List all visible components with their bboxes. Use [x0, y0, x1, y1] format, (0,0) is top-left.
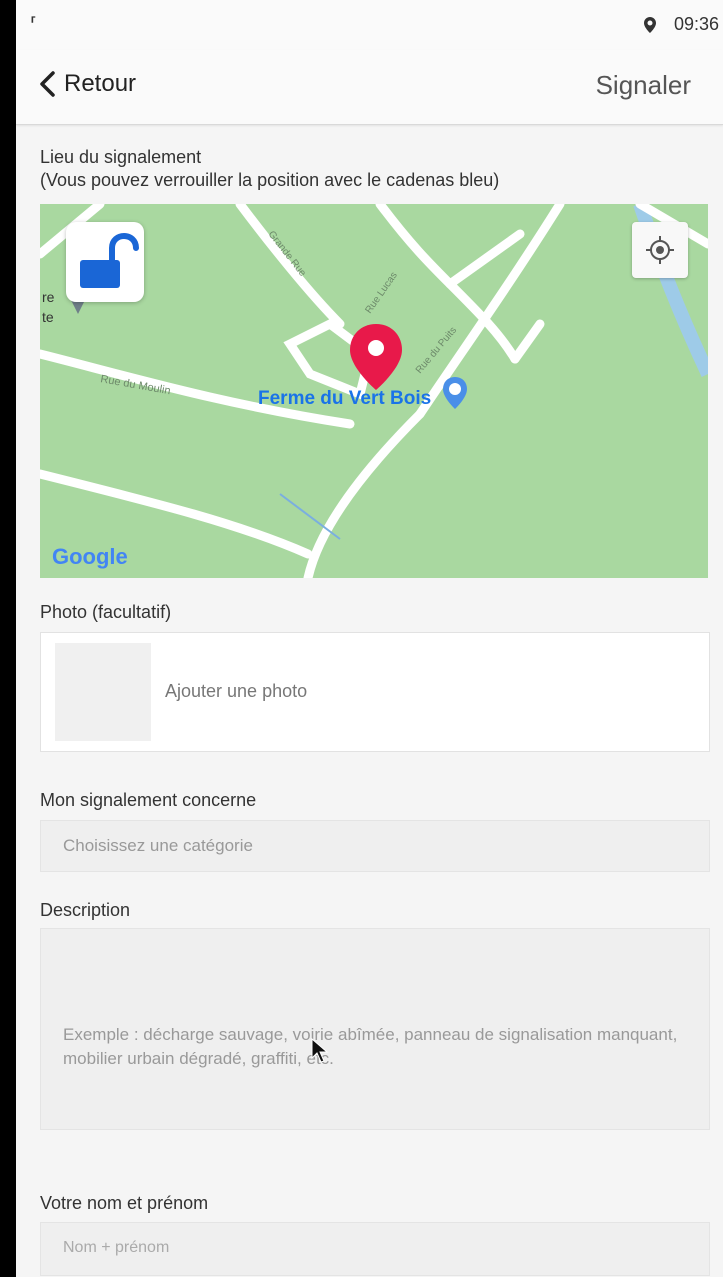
status-time: 09:36	[673, 14, 719, 34]
description-placeholder: Exemple : décharge sauvage, voirie abîmé…	[63, 1025, 678, 1068]
add-photo-button[interactable]: Ajouter une photo	[40, 632, 710, 752]
crosshair-icon	[646, 236, 674, 264]
status-bar: ⸢ 09:36	[16, 0, 723, 50]
status-right: 09:36	[643, 14, 719, 35]
chevron-left-icon	[40, 71, 55, 97]
google-attribution: Google	[52, 544, 128, 569]
name-input[interactable]: Nom + prénom	[40, 1222, 710, 1276]
location-label-hint: (Vous pouvez verrouiller la position ave…	[40, 170, 500, 190]
location-marker-icon	[350, 324, 402, 390]
submit-report-button[interactable]: Signaler	[596, 70, 691, 101]
back-button[interactable]: Retour	[38, 70, 136, 98]
photo-placeholder	[55, 643, 151, 741]
photo-label: Photo (facultatif)	[40, 602, 172, 622]
description-label: Description	[40, 900, 131, 920]
location-label: Lieu du signalement (Vous pouvez verroui…	[40, 147, 499, 191]
name-placeholder: Nom + prénom	[63, 1239, 170, 1256]
notification-icons: ⸢	[30, 14, 41, 35]
notification-icon: ⸢	[30, 14, 42, 34]
poi-icon	[443, 377, 467, 409]
name-label: Votre nom et prénom	[40, 1193, 209, 1213]
my-location-button[interactable]	[632, 222, 688, 278]
map-view[interactable]: Rue du Moulin Grande Rue Rue Lucas Rue d…	[40, 204, 708, 578]
lock-position-button[interactable]	[66, 222, 144, 302]
unlocked-padlock-icon	[80, 232, 139, 288]
poi-label: Ferme du Vert Bois	[258, 388, 432, 409]
location-label-title: Lieu du signalement	[40, 147, 202, 167]
category-select[interactable]: Choisissez une catégorie	[40, 820, 710, 872]
description-textarea[interactable]: Exemple : décharge sauvage, voirie abîmé…	[40, 928, 710, 1130]
location-pin-icon	[643, 16, 656, 33]
app-screen: ⸢ 09:36 Retour Signaler Lieu du signalem…	[16, 0, 723, 1277]
back-label: Retour	[64, 70, 137, 97]
street-label: Rue Lucas	[363, 270, 399, 315]
street-label: Grande Rue	[266, 229, 308, 279]
svg-text:te: te	[42, 309, 54, 325]
svg-text:re: re	[42, 289, 55, 305]
app-bar: Retour Signaler	[16, 50, 723, 125]
category-placeholder: Choisissez une catégorie	[63, 836, 253, 855]
add-photo-label: Ajouter une photo	[165, 681, 308, 701]
category-label: Mon signalement concerne	[40, 790, 257, 810]
mouse-cursor-icon	[311, 1038, 329, 1063]
